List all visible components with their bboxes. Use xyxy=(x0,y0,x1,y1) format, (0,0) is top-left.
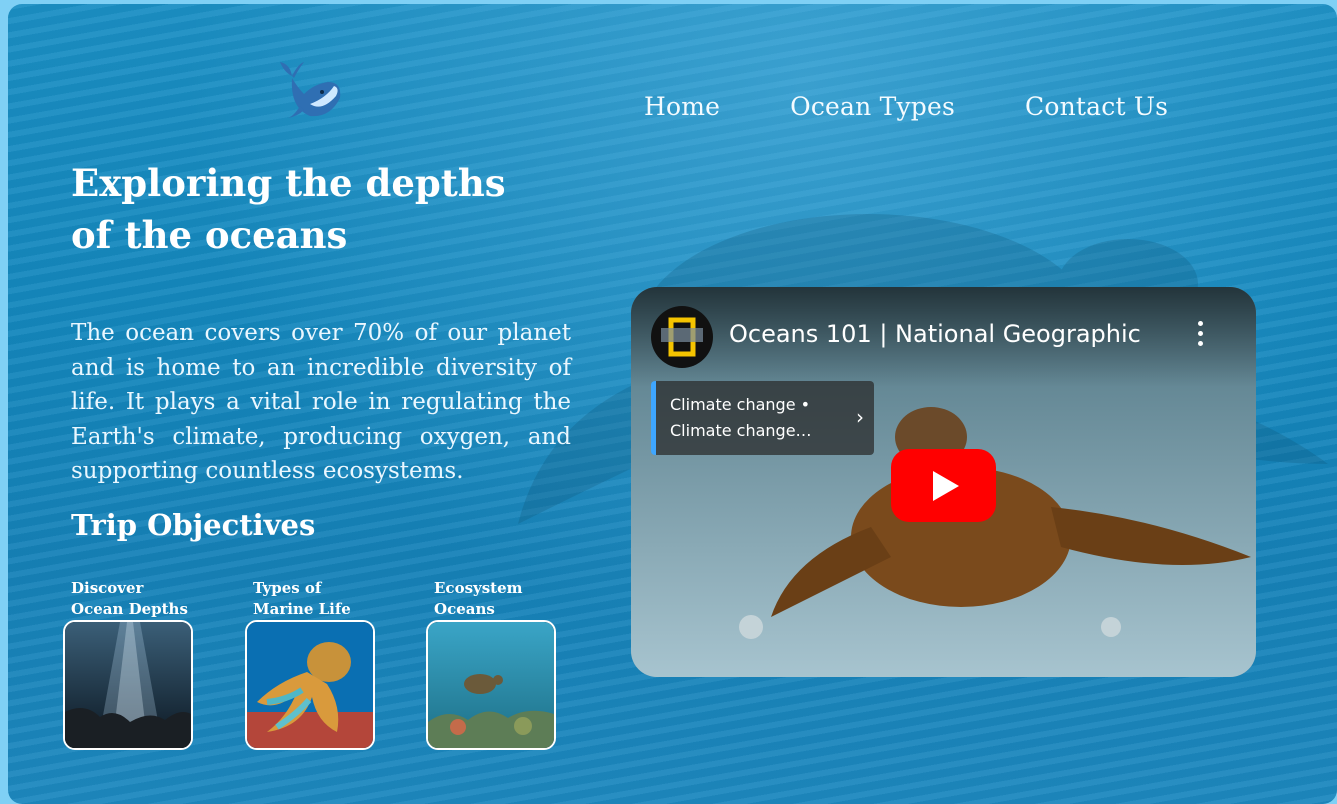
hero-intro: The ocean covers over 70% of our planet … xyxy=(71,320,571,484)
main-nav: Home Ocean Types Contact Us xyxy=(644,92,1168,121)
objective-card-ecosystem[interactable]: Ecosystem Oceans xyxy=(426,578,556,750)
nav-contact-link[interactable]: Contact Us xyxy=(1025,92,1168,121)
whale-icon[interactable] xyxy=(270,54,346,124)
playlist-line-2: Climate change… xyxy=(670,421,812,440)
page-frame: Home Ocean Types Contact Us Exploring th… xyxy=(8,4,1337,804)
playlist-line-1: Climate change • xyxy=(670,395,811,414)
channel-avatar[interactable] xyxy=(651,306,713,368)
chevron-right-icon: › xyxy=(856,405,864,429)
objective-card-depths[interactable]: Discover Ocean Depths xyxy=(63,578,193,750)
objective-label: Types of Marine Life xyxy=(253,579,351,618)
video-player[interactable]: Oceans 101 | National Geographic Climate… xyxy=(631,287,1256,677)
nav-home-link[interactable]: Home xyxy=(644,92,720,121)
nav-ocean-types-link[interactable]: Ocean Types xyxy=(790,92,955,121)
objective-card-marine-life[interactable]: Types of Marine Life xyxy=(245,578,375,750)
octopus-image xyxy=(245,620,375,750)
objective-label: Ecosystem Oceans xyxy=(434,579,523,618)
depths-image xyxy=(63,620,193,750)
objectives-heading: Trip Objectives xyxy=(71,508,316,542)
play-icon[interactable] xyxy=(891,449,996,522)
playlist-card[interactable]: Climate change • Climate change… › xyxy=(651,381,874,455)
more-vert-icon[interactable] xyxy=(1196,321,1204,351)
hero-title: Exploring the depths of the oceans xyxy=(71,161,506,257)
ecosystem-image xyxy=(426,620,556,750)
video-title[interactable]: Oceans 101 | National Geographic xyxy=(729,320,1141,348)
objective-label: Discover Ocean Depths xyxy=(71,579,188,618)
